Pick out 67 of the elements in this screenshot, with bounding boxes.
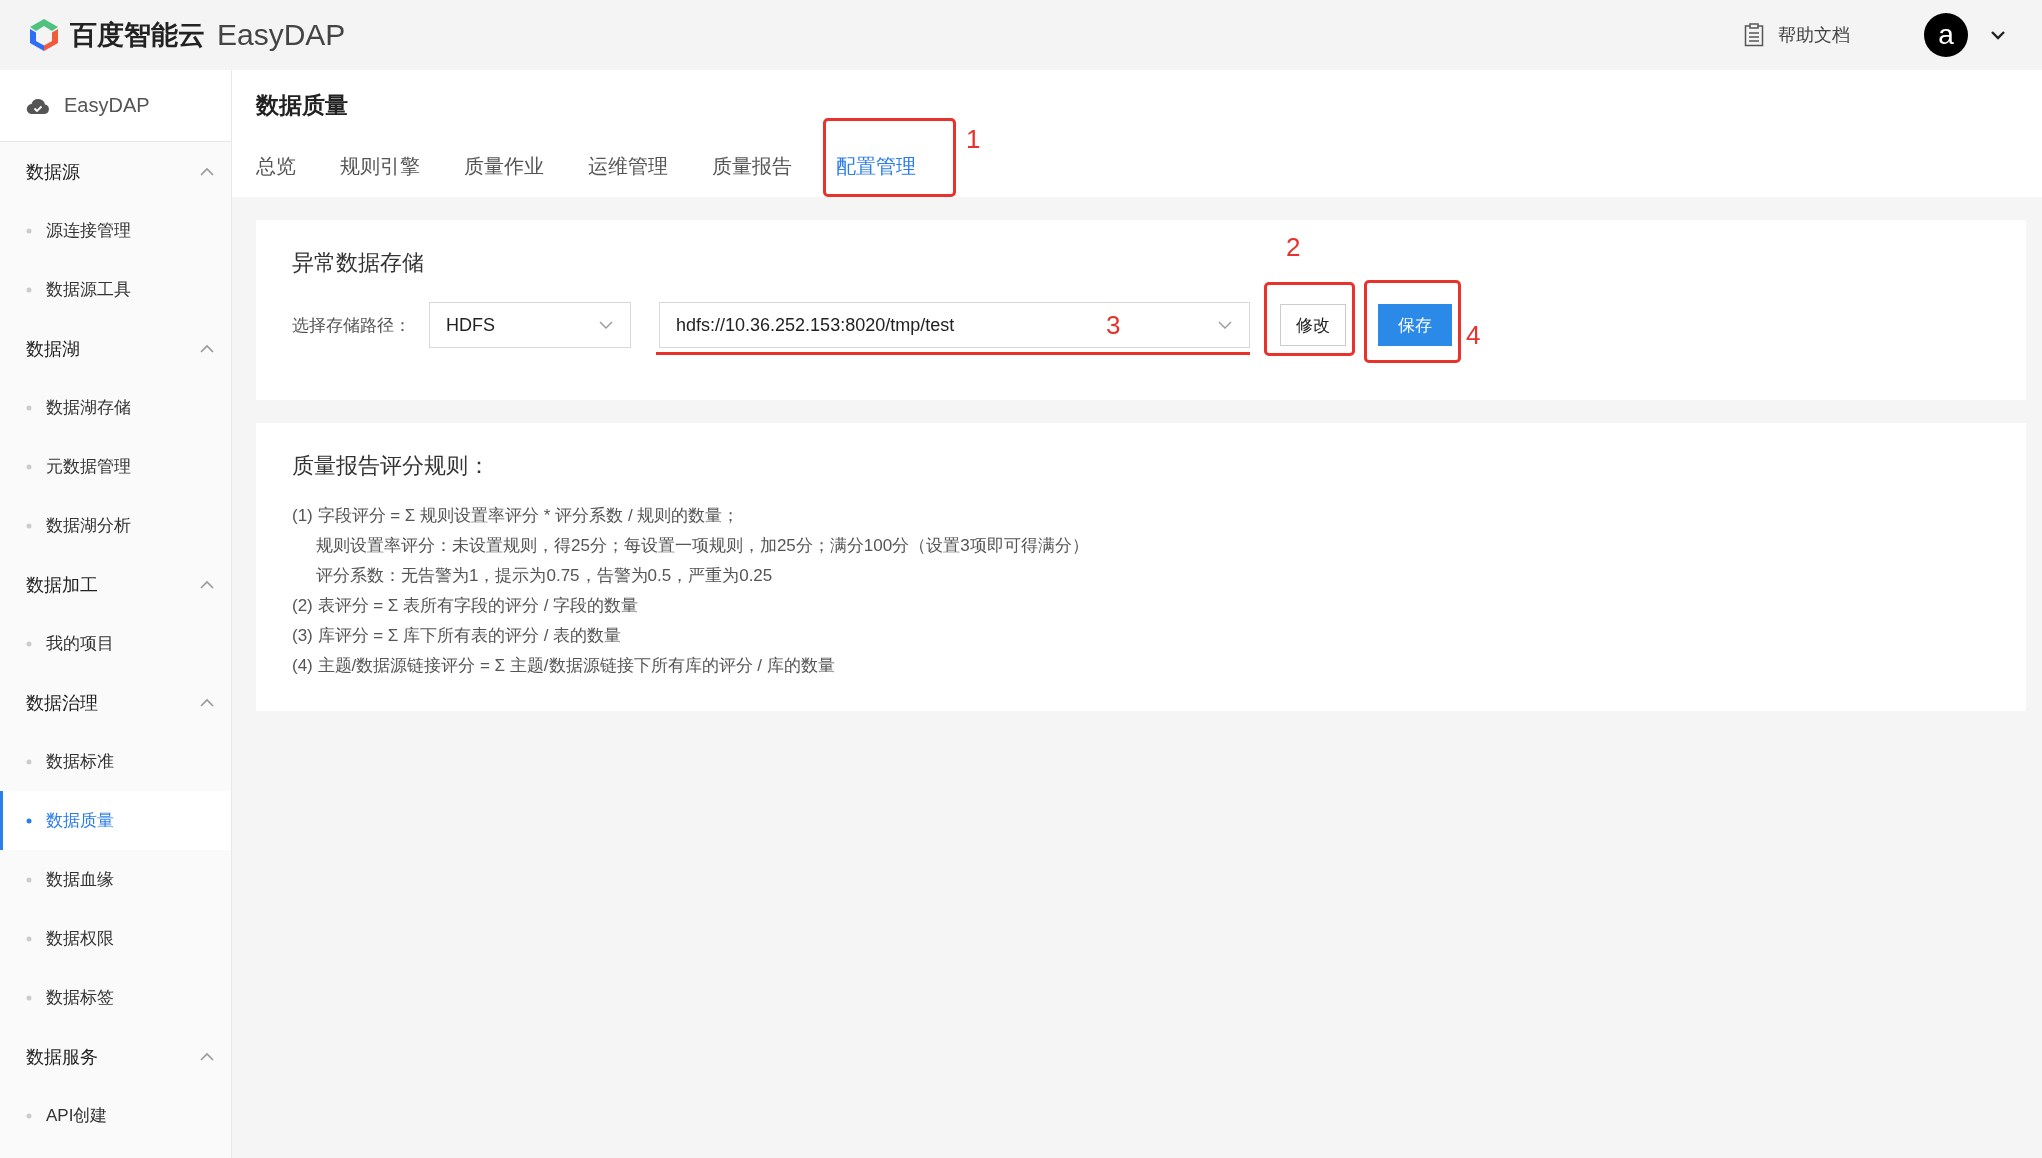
tab[interactable]: 总览 (256, 139, 296, 197)
bullet-icon (26, 286, 32, 293)
sidebar-title: EasyDAP (64, 94, 150, 117)
brand-name: 百度智能云 (70, 19, 205, 52)
sidebar-item[interactable]: 我的项目 (0, 614, 231, 673)
chevron-up-icon (199, 343, 215, 354)
chevron-down-icon (1217, 320, 1233, 330)
bullet-icon (26, 463, 32, 470)
bullet-icon (26, 640, 32, 647)
sidebar-item[interactable]: 数据湖分析 (0, 496, 231, 555)
rule-text: 规则设置率评分：未设置规则，得25分；每设置一项规则，加25分；满分100分（设置3项即可得满分） (315, 535, 1090, 557)
sidebar-item[interactable]: 数据湖存储 (0, 378, 231, 437)
rule-text: (1) 字段评分 = Σ 规则设置率评分 * 评分系数 / 规则的数量； (292, 505, 741, 527)
sidebar-group-header[interactable]: 数据加工 (0, 555, 231, 614)
sidebar-item[interactable]: 数据权限 (0, 909, 231, 968)
product-name: EasyDAP (217, 18, 346, 52)
bullet-icon (26, 227, 32, 234)
rule-text: (3) 库评分 = Σ 库下所有表的评分 / 表的数量 (292, 625, 623, 647)
rule-text: (4) 主题/数据源链接评分 = Σ 主题/数据源链接下所有库的评分 / 库的数量 (292, 655, 836, 677)
chevron-up-icon (199, 166, 215, 177)
annotation-number: 4 (1466, 322, 1481, 348)
sidebar-item[interactable]: 数据质量 (0, 791, 231, 850)
sidebar-item[interactable]: 数据血缘 (0, 850, 231, 909)
page-title: 数据质量 (256, 91, 349, 120)
storage-type-dropdown[interactable]: HDFS (429, 302, 631, 348)
chevron-down-icon (598, 320, 614, 330)
rule-text: 评分系数：无告警为1，提示为0.75，告警为0.5，严重为0.25 (315, 565, 774, 587)
section-title: 质量报告评分规则： (292, 452, 491, 480)
tab[interactable]: 运维管理 (588, 139, 668, 197)
sidebar-item[interactable]: API创建 (0, 1086, 231, 1145)
sidebar-item[interactable]: 数据标签 (0, 968, 231, 1027)
bullet-icon (26, 876, 32, 883)
sidebar-item[interactable]: 元数据管理 (0, 437, 231, 496)
sidebar-group-header[interactable]: 数据源 (0, 142, 231, 201)
chevron-up-icon (199, 697, 215, 708)
annotation-number: 2 (1286, 234, 1301, 260)
tab[interactable]: 质量报告 (712, 139, 792, 197)
sidebar-item[interactable]: 数据源工具 (0, 260, 231, 319)
chevron-up-icon (199, 579, 215, 590)
cloud-check-icon (26, 96, 50, 115)
help-docs-link[interactable]: 帮助文档 (1744, 23, 1850, 47)
sidebar-group-header[interactable]: 数据服务 (0, 1027, 231, 1086)
tab[interactable]: 配置管理 (836, 139, 916, 197)
user-avatar[interactable]: a (1924, 13, 1968, 57)
sidebar-item[interactable]: 数据标准 (0, 732, 231, 791)
bullet-icon (26, 935, 32, 942)
annotation-number: 1 (966, 126, 981, 152)
rule-text: (2) 表评分 = Σ 表所有字段的评分 / 字段的数量 (292, 595, 640, 617)
chevron-up-icon (199, 1051, 215, 1062)
chevron-down-icon (1990, 30, 2006, 40)
bullet-icon (26, 522, 32, 529)
annotation-number: 3 (1106, 312, 1121, 338)
bullet-icon (26, 404, 32, 411)
bullet-icon (26, 994, 32, 1001)
tab[interactable]: 规则引擎 (340, 139, 420, 197)
bullet-icon (26, 817, 32, 824)
section-title: 异常数据存储 (292, 249, 425, 277)
sidebar-group-header[interactable]: 数据治理 (0, 673, 231, 732)
tab[interactable]: 质量作业 (464, 139, 544, 197)
bullet-icon (26, 1112, 32, 1119)
edit-button[interactable]: 修改 (1280, 304, 1346, 346)
document-icon (1744, 23, 1764, 47)
sidebar-group-header[interactable]: 数据湖 (0, 319, 231, 378)
save-button[interactable]: 保存 (1378, 304, 1452, 346)
field-label: 选择存储路径： (292, 314, 411, 337)
sidebar-item[interactable]: 源连接管理 (0, 201, 231, 260)
bullet-icon (26, 758, 32, 765)
